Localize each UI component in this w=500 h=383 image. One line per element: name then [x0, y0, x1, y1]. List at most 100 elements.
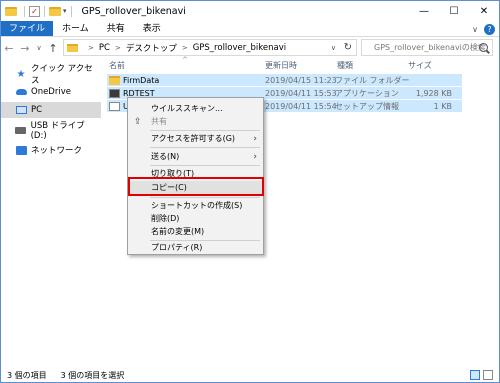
nav-item-label: クイック アクセス: [30, 64, 93, 86]
minimize-button[interactable]: —: [409, 1, 439, 21]
menu-item-rename[interactable]: 名前の変更(M): [128, 225, 263, 238]
item-count: 3 個の項目: [7, 370, 47, 380]
folder-icon: [67, 43, 78, 52]
status-bar: 3 個の項目 3 個の項目を選択: [1, 367, 499, 382]
nav-item-label: PC: [31, 105, 43, 115]
table-row[interactable]: FirmData 2019/04/15 11:23 ファイル フォルダー: [107, 74, 462, 86]
context-menu: ウイルススキャン... ⇪ 共有 アクセスを許可する(G) › 送る(N) › …: [127, 97, 264, 255]
column-header-type[interactable]: 種類: [337, 59, 353, 73]
breadcrumb-current-folder[interactable]: GPS_rollover_bikenavi: [193, 43, 286, 53]
nav-item-quick-access[interactable]: ★ クイック アクセス: [1, 64, 101, 86]
new-folder-icon[interactable]: [49, 6, 61, 16]
file-date: 2019/04/11 15:54: [265, 101, 337, 111]
menu-item-label: 削除(D): [151, 214, 180, 223]
divider: [24, 5, 25, 17]
nav-item-label: ネットワーク: [31, 146, 83, 156]
breadcrumb-separator-icon[interactable]: >: [115, 44, 121, 52]
menu-item-delete[interactable]: 削除(D): [128, 212, 263, 225]
maximize-button[interactable]: ☐: [439, 1, 469, 21]
address-dropdown-chevron-icon[interactable]: ∨: [331, 44, 336, 52]
explorer-window: ✓ ▾ GPS_rollover_bikenavi — ☐ ✕ ファイル ホーム…: [0, 0, 500, 383]
nav-item-label: USB ドライブ (D:): [30, 121, 85, 141]
star-icon: ★: [16, 68, 26, 80]
recent-locations-chevron-icon[interactable]: ∨: [33, 44, 45, 52]
ribbon-right-controls: ∨ ?: [472, 21, 495, 37]
menu-divider: [150, 147, 260, 148]
tab-share[interactable]: 共有: [98, 21, 134, 36]
column-header-date[interactable]: 更新日時: [265, 59, 297, 73]
selected-count: 3 個の項目を選択: [60, 370, 125, 380]
file-size: 1,928 KB: [415, 88, 452, 98]
file-type: セットアップ情報: [335, 101, 399, 111]
usb-icon: [15, 125, 27, 135]
navigation-bar: ← → ∨ ↑ > PC > デスクトップ > GPS_rollover_bik…: [1, 38, 499, 58]
pc-icon: [15, 105, 27, 115]
nav-item-network[interactable]: ネットワーク: [1, 142, 101, 158]
customize-toolbar-chevron-icon[interactable]: ▾: [63, 7, 67, 15]
share-icon: ⇪: [134, 116, 142, 127]
setup-file-icon: [109, 101, 120, 111]
back-button[interactable]: ←: [1, 42, 17, 55]
address-bar[interactable]: > PC > デスクトップ > GPS_rollover_bikenavi ∨ …: [63, 39, 357, 56]
menu-item-label: プロパティ(R): [151, 243, 203, 252]
menu-item-virus-scan[interactable]: ウイルススキャン...: [128, 102, 263, 115]
tab-home[interactable]: ホーム: [53, 21, 98, 36]
search-placeholder: GPS_rollover_bikenaviの検索: [374, 43, 486, 52]
breadcrumb-pc[interactable]: PC: [99, 43, 110, 53]
menu-item-send-to[interactable]: 送る(N) ›: [128, 150, 263, 163]
up-button[interactable]: ↑: [45, 42, 61, 55]
menu-item-label: 共有: [151, 117, 167, 126]
help-icon[interactable]: ?: [484, 23, 495, 35]
tab-view[interactable]: 表示: [134, 21, 170, 36]
nav-item-pc[interactable]: PC: [1, 102, 101, 118]
window-controls: — ☐ ✕: [409, 1, 499, 21]
menu-item-label: ウイルススキャン...: [151, 104, 223, 113]
menu-item-label: アクセスを許可する(G): [151, 134, 236, 143]
folder-icon: [5, 6, 17, 16]
search-input[interactable]: GPS_rollover_bikenaviの検索: [361, 39, 493, 56]
network-icon: [15, 145, 27, 155]
ribbon-expand-chevron-icon[interactable]: ∨: [472, 25, 478, 34]
navigation-pane: ★ クイック アクセス OneDrive PC USB ドライブ (D:) ネッ…: [1, 59, 101, 364]
nav-item-usb-drive[interactable]: USB ドライブ (D:): [1, 121, 101, 141]
folder-icon: [109, 75, 120, 85]
quick-access-toolbar: ✓ ▾: [5, 5, 76, 17]
properties-check-icon[interactable]: ✓: [29, 5, 40, 17]
menu-item-label: 名前の変更(M): [151, 227, 205, 236]
tab-file[interactable]: ファイル: [1, 21, 54, 36]
refresh-icon[interactable]: ↻: [344, 42, 352, 53]
column-header-size[interactable]: サイズ: [408, 59, 432, 73]
column-header-name[interactable]: 名前: [109, 59, 125, 73]
ribbon-tabs: ファイル ホーム 共有 表示 ∨ ?: [1, 21, 499, 37]
title-bar: ✓ ▾ GPS_rollover_bikenavi — ☐ ✕: [1, 1, 499, 21]
menu-item-create-shortcut[interactable]: ショートカットの作成(S): [128, 199, 263, 212]
menu-item-label: 送る(N): [151, 152, 180, 161]
details-view-icon[interactable]: [470, 370, 480, 380]
search-icon: [479, 43, 488, 52]
file-date: 2019/04/15 11:23: [265, 75, 337, 85]
cloud-icon: [15, 87, 27, 97]
file-type: アプリケーション: [335, 88, 399, 98]
menu-item-properties[interactable]: プロパティ(R): [128, 241, 263, 254]
close-button[interactable]: ✕: [469, 1, 499, 21]
nav-item-onedrive[interactable]: OneDrive: [1, 84, 101, 100]
breadcrumb-separator-icon[interactable]: >: [88, 44, 94, 52]
application-icon: [109, 88, 120, 98]
forward-button[interactable]: →: [17, 42, 33, 55]
menu-divider: [150, 197, 260, 198]
large-icons-view-icon[interactable]: [483, 370, 493, 380]
menu-item-grant-access[interactable]: アクセスを許可する(G) ›: [128, 132, 263, 145]
view-switcher: [470, 370, 493, 380]
file-name: FirmData: [123, 75, 160, 85]
breadcrumb-desktop[interactable]: デスクトップ: [126, 42, 177, 54]
submenu-arrow-icon: ›: [253, 151, 257, 162]
sort-ascending-icon: ^: [182, 56, 188, 64]
file-date: 2019/04/11 15:53: [265, 88, 337, 98]
menu-item-share[interactable]: ⇪ 共有: [128, 115, 263, 128]
nav-item-label: OneDrive: [31, 87, 71, 97]
window-title: GPS_rollover_bikenavi: [81, 5, 186, 17]
file-type: ファイル フォルダー: [335, 75, 410, 85]
menu-divider: [150, 130, 260, 131]
breadcrumb-separator-icon[interactable]: >: [182, 44, 188, 52]
menu-divider: [150, 165, 260, 166]
